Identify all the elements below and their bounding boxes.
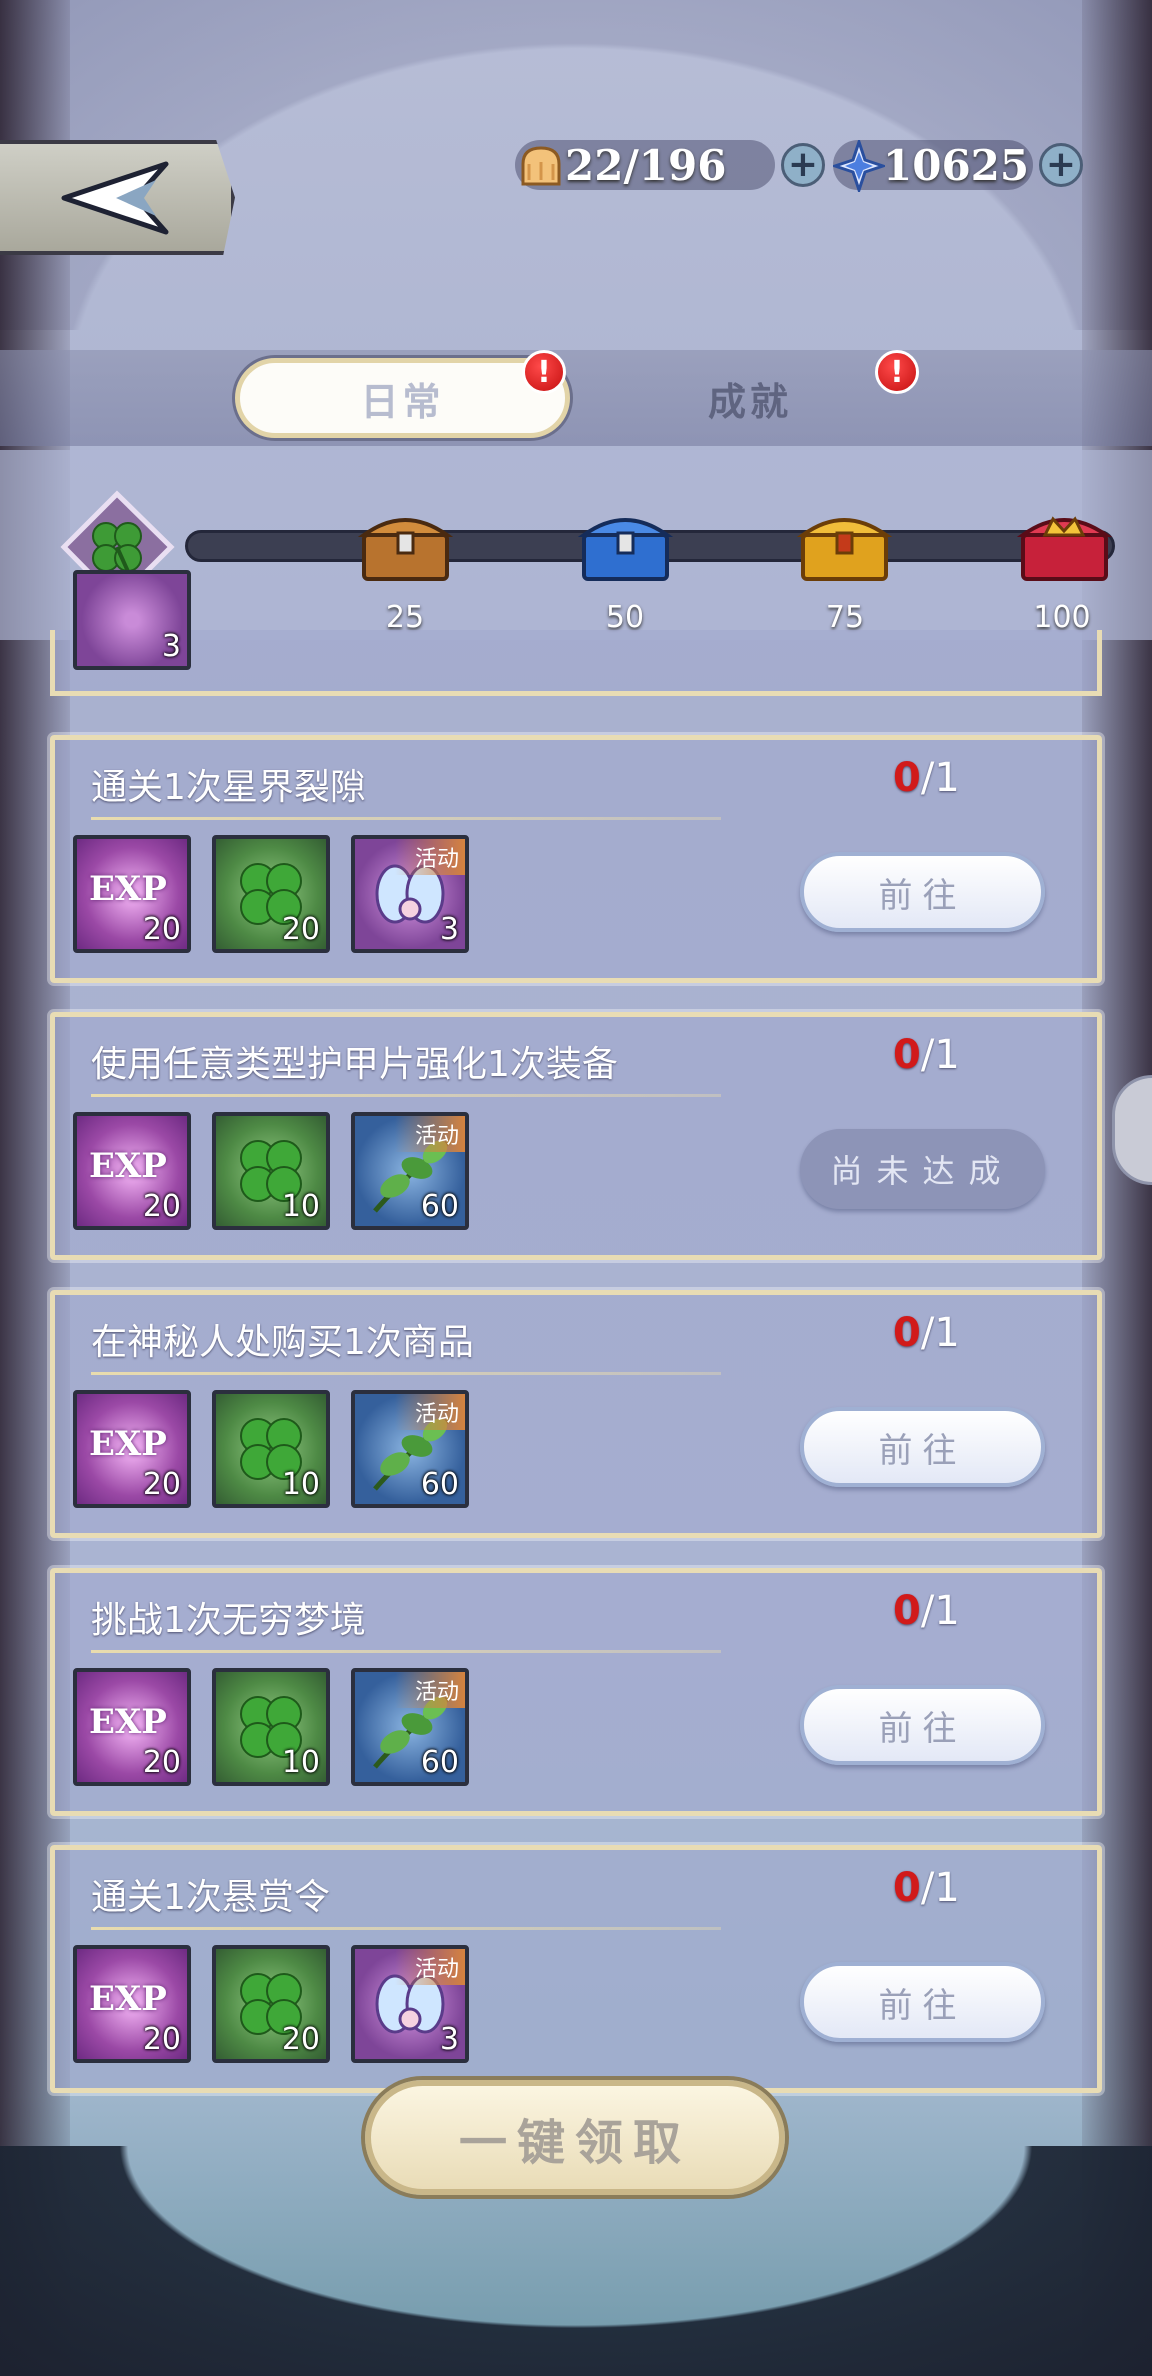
not-achieved-button[interactable]: 尚未达成 — [800, 1129, 1045, 1209]
chest-blue-icon[interactable] — [578, 505, 673, 585]
reward-item[interactable]: 20 — [212, 1945, 330, 2063]
reward-item[interactable]: 活动 3 — [351, 835, 469, 953]
reward-count: 10 — [281, 1745, 320, 1780]
exp-icon: EXP — [89, 1979, 167, 2019]
task-progress: 0/1 — [893, 1310, 960, 1356]
go-button[interactable]: 前往 — [800, 1407, 1045, 1487]
event-tag: 活动 — [394, 1116, 465, 1152]
task-progress-current: 0 — [893, 1032, 921, 1078]
exp-icon: EXP — [89, 869, 167, 909]
task-card: 挑战1次无穷梦境 0/1 EXP 20 10 活动 60 前往 — [47, 1565, 1105, 1819]
task-progress-current: 0 — [893, 1588, 921, 1634]
reward-count: 20 — [142, 1189, 181, 1224]
reward-item[interactable]: 活动 60 — [351, 1668, 469, 1786]
reward-count: 60 — [420, 1189, 459, 1224]
reward-count: 60 — [420, 1467, 459, 1502]
event-tag: 活动 — [394, 1949, 465, 1985]
task-card-partial: 3 — [50, 570, 1102, 696]
task-progress-total: /1 — [920, 755, 960, 801]
task-progress: 0/1 — [893, 1032, 960, 1078]
go-button[interactable]: 前往 — [800, 852, 1045, 932]
reward-item[interactable]: 20 — [212, 835, 330, 953]
reward-count: 20 — [281, 912, 320, 947]
task-title: 在神秘人处购买1次商品 — [91, 1322, 474, 1363]
title-divider — [91, 1094, 721, 1097]
chest-gold-icon[interactable] — [797, 505, 892, 585]
reward-count: 20 — [142, 1745, 181, 1780]
task-progress-total: /1 — [920, 1865, 960, 1911]
reward-count: 20 — [142, 912, 181, 947]
reward-event-item-partial: 3 — [73, 570, 191, 670]
task-progress: 0/1 — [893, 1865, 960, 1911]
title-divider — [91, 1927, 721, 1930]
bread-icon — [521, 146, 561, 186]
go-button[interactable]: 前往 — [800, 1685, 1045, 1765]
reward-item[interactable]: 10 — [212, 1112, 330, 1230]
task-progress-current: 0 — [893, 1310, 921, 1356]
add-stamina-button[interactable]: + — [781, 143, 825, 187]
back-button[interactable] — [0, 140, 235, 255]
reward-count: 10 — [281, 1189, 320, 1224]
go-button[interactable]: 前往 — [800, 1962, 1045, 2042]
task-progress-current: 0 — [893, 1865, 921, 1911]
reward-item[interactable]: EXP 20 — [73, 1945, 191, 2063]
exp-icon: EXP — [89, 1702, 167, 1742]
back-arrow-icon — [61, 161, 168, 234]
exp-icon: EXP — [89, 1424, 167, 1464]
title-divider — [91, 1650, 721, 1653]
reward-item[interactable]: 活动 60 — [351, 1112, 469, 1230]
tab-achievements-alert-icon: ! — [875, 350, 919, 394]
tab-daily-alert-icon: ! — [522, 350, 566, 394]
reward-count: 20 — [281, 2022, 320, 2057]
tab-bar — [0, 350, 1152, 446]
task-progress-current: 0 — [893, 755, 921, 801]
reward-item[interactable]: 活动 60 — [351, 1390, 469, 1508]
task-progress-total: /1 — [920, 1588, 960, 1634]
reward-count: 60 — [420, 1745, 459, 1780]
diamond-counter: 10625 + — [833, 135, 1083, 195]
claim-all-button[interactable]: 一键领取 — [365, 2080, 785, 2195]
reward-item[interactable]: EXP 20 — [73, 1668, 191, 1786]
event-tag: 活动 — [394, 1394, 465, 1430]
task-title: 使用任意类型护甲片强化1次装备 — [91, 1044, 618, 1085]
reward-item[interactable]: EXP 20 — [73, 1390, 191, 1508]
reward-item[interactable]: EXP 20 — [73, 835, 191, 953]
title-divider — [91, 1372, 721, 1375]
crystal-star-icon — [833, 140, 885, 192]
chest-royal-icon[interactable] — [1017, 505, 1112, 585]
task-card: 通关1次悬赏令 0/1 EXP 20 20 活动 3 前往 — [47, 1842, 1105, 2096]
task-title: 通关1次悬赏令 — [91, 1877, 330, 1918]
reward-item[interactable]: 10 — [212, 1668, 330, 1786]
reward-item[interactable]: 活动 3 — [351, 1945, 469, 2063]
task-card: 通关1次星界裂隙 0/1 EXP 20 20 活动 3 前往 — [47, 732, 1105, 986]
stamina-counter: 22/196 + — [515, 135, 825, 195]
reward-count: 3 — [439, 912, 459, 947]
task-title: 挑战1次无穷梦境 — [91, 1600, 366, 1641]
event-tag: 活动 — [394, 1672, 465, 1708]
add-diamond-button[interactable]: + — [1039, 143, 1083, 187]
tab-daily[interactable]: 日常 — [235, 358, 570, 438]
reward-item[interactable]: EXP 20 — [73, 1112, 191, 1230]
task-progress: 0/1 — [893, 755, 960, 801]
exp-icon: EXP — [89, 1146, 167, 1186]
task-progress-total: /1 — [920, 1032, 960, 1078]
event-tag: 活动 — [394, 839, 465, 875]
tab-achievements[interactable]: 成就 — [610, 358, 890, 438]
task-progress-total: /1 — [920, 1310, 960, 1356]
task-card: 在神秘人处购买1次商品 0/1 EXP 20 10 活动 60 前往 — [47, 1287, 1105, 1541]
task-progress: 0/1 — [893, 1588, 960, 1634]
task-title: 通关1次星界裂隙 — [91, 767, 366, 808]
reward-item[interactable]: 10 — [212, 1390, 330, 1508]
reward-count: 10 — [281, 1467, 320, 1502]
reward-count: 3 — [439, 2022, 459, 2057]
chest-bronze-icon[interactable] — [358, 505, 453, 585]
reward-count: 20 — [142, 2022, 181, 2057]
title-divider — [91, 817, 721, 820]
task-card: 使用任意类型护甲片强化1次装备 0/1 EXP 20 10 活动 60 尚未达成 — [47, 1009, 1105, 1263]
reward-count: 20 — [142, 1467, 181, 1502]
